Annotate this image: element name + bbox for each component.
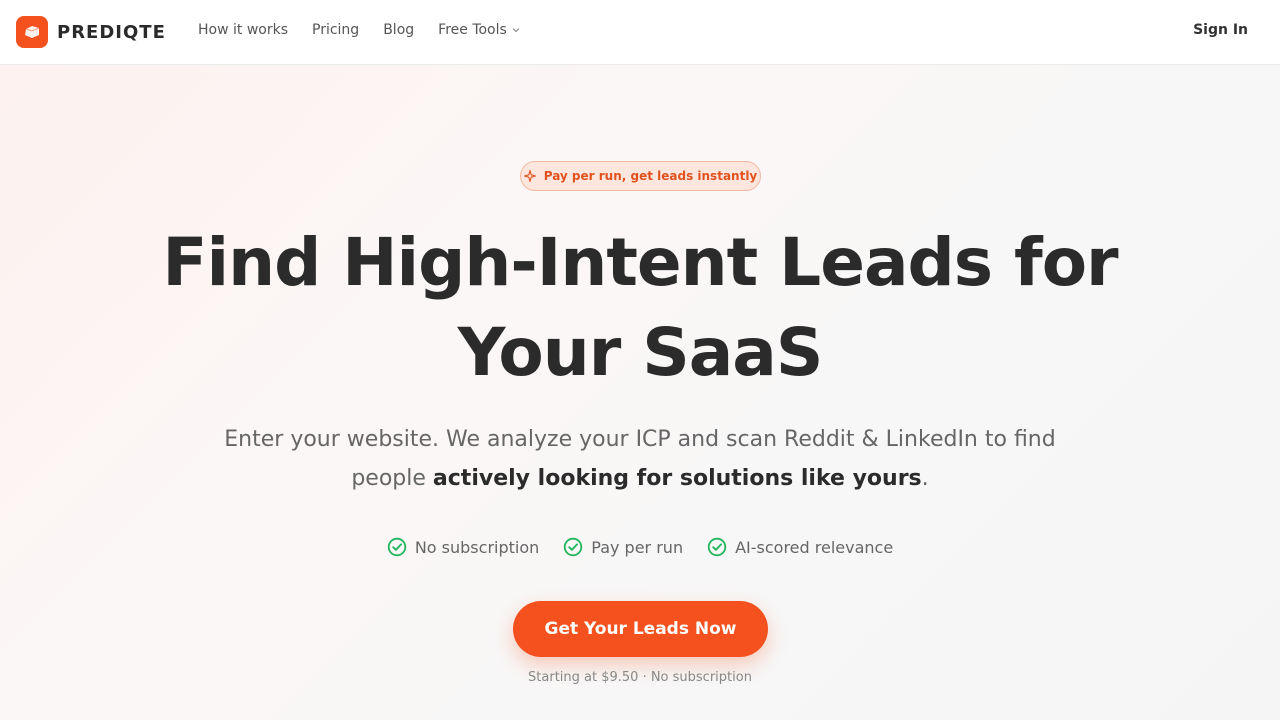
nav-free-tools-label: Free Tools	[438, 22, 507, 38]
feature-list: No subscription Pay per run AI-scored re…	[0, 537, 1280, 557]
check-circle-icon	[387, 537, 407, 557]
check-circle-icon	[564, 537, 583, 557]
promo-badge-text: Pay per run, get leads instantly	[543, 169, 758, 183]
feature-label: AI-scored relevance	[735, 537, 894, 557]
feature-label: No subscription	[414, 537, 540, 557]
top-nav-bar: PREDIQTE How it works Pricing Blog Free …	[0, 0, 1280, 65]
sparkle-icon	[523, 170, 536, 182]
brand-logo[interactable]: PREDIQTE	[16, 16, 166, 48]
brand-name: PREDIQTE	[57, 21, 166, 43]
sign-in-link[interactable]: Sign In	[1193, 22, 1248, 38]
hero-title: Find High-Intent Leads for Your SaaS	[162, 224, 1118, 391]
nav-blog[interactable]: Blog	[383, 22, 414, 38]
promo-badge: Pay per run, get leads instantly	[520, 161, 761, 191]
chevron-down-icon	[512, 28, 519, 33]
feature-item: No subscription	[387, 537, 539, 557]
get-leads-button[interactable]: Get Your Leads Now	[513, 601, 768, 657]
logo-mark-icon	[16, 16, 48, 48]
main-nav: How it works Pricing Blog Free Tools	[198, 22, 545, 38]
nav-free-tools[interactable]: Free Tools	[438, 22, 521, 38]
feature-item: AI-scored relevance	[707, 537, 893, 557]
hero-subtitle-emphasis: actively looking for solutions like your…	[432, 466, 922, 491]
feature-item: Pay per run	[563, 537, 683, 557]
pricing-note: Starting at $9.50 · No subscription	[528, 670, 752, 685]
feature-label: Pay per run	[591, 537, 684, 557]
nav-pricing[interactable]: Pricing	[312, 22, 359, 38]
hero-subtitle: Enter your website. We analyze your ICP …	[200, 420, 1080, 498]
nav-how-it-works[interactable]: How it works	[198, 22, 288, 38]
hero-subtitle-end: .	[921, 466, 929, 491]
check-circle-icon	[707, 537, 727, 557]
